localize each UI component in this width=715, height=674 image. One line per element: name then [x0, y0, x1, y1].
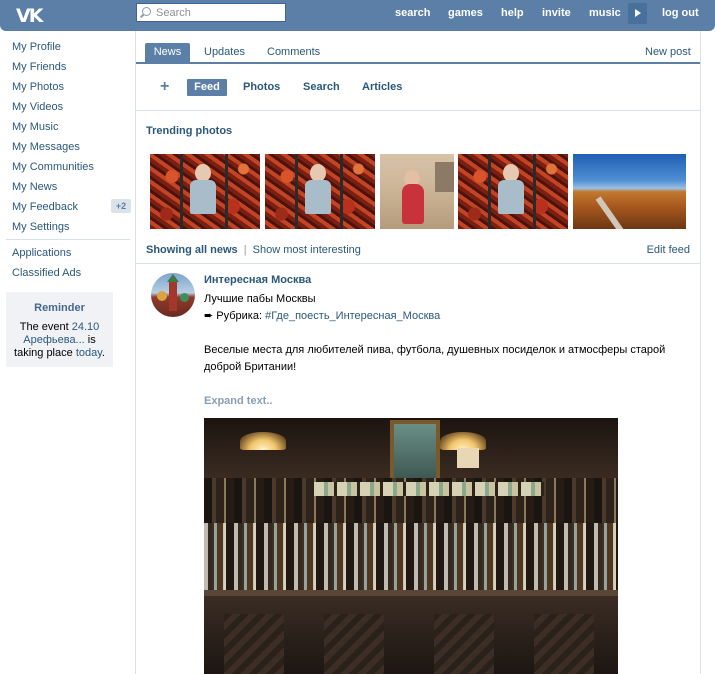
tab-news[interactable]: News	[145, 43, 190, 62]
tabs-bar: News Updates Comments New post	[136, 31, 700, 64]
rubric-hashtag-link[interactable]: #Где_поесть_Интересная_Москва	[265, 310, 440, 322]
reminder-text-before: The event	[19, 321, 69, 333]
avatar-dome	[157, 291, 167, 301]
trending-photo-1[interactable]	[150, 154, 260, 229]
trending-photo-5[interactable]	[573, 154, 686, 229]
trending-photos-title: Trending photos	[146, 125, 233, 137]
pub-counter-panel	[434, 614, 494, 674]
community-avatar[interactable]	[151, 273, 195, 317]
nav-invite[interactable]: invite	[542, 0, 571, 27]
nav-logout[interactable]: log out	[662, 0, 699, 27]
search-icon	[142, 7, 151, 16]
pub-portrait	[390, 420, 440, 482]
pub-banknotes	[314, 482, 544, 496]
child-shape	[498, 164, 524, 219]
feed-filter-row: Showing all news | Show most interesting	[146, 244, 361, 256]
sidebar-item-my-videos[interactable]: My Videos	[12, 100, 63, 114]
reminder-date-link[interactable]: 24.10	[72, 321, 100, 333]
pub-lamp-left	[240, 432, 286, 450]
post-author-link[interactable]: Интересная Москва	[204, 274, 311, 286]
subtab-feed[interactable]: Feed	[187, 79, 227, 96]
post-rubric: ➨ Рубрика: #Где_поесть_Интересная_Москва	[204, 309, 440, 323]
play-icon[interactable]	[628, 3, 647, 24]
post-photo-pub-bar[interactable]	[204, 418, 618, 674]
child-body-shape	[402, 184, 424, 224]
reminder-text: The event 24.10 Арефьева... is taking pl…	[10, 321, 109, 360]
pub-sign	[457, 448, 479, 468]
sidebar-item-my-photos[interactable]: My Photos	[12, 80, 64, 94]
avatar-tower	[167, 274, 179, 311]
show-most-interesting-link[interactable]: Show most interesting	[253, 244, 361, 256]
nav-music[interactable]: music	[589, 0, 621, 27]
sidebar-item-my-communities[interactable]: My Communities	[12, 160, 94, 174]
road-shape	[595, 196, 627, 229]
trending-photo-2[interactable]	[265, 154, 375, 229]
nav-help[interactable]: help	[501, 0, 524, 27]
avatar-dome-2	[180, 293, 189, 302]
top-header: VK search games help invite music log ou…	[0, 0, 715, 31]
sidebar-item-my-feedback[interactable]: My Feedback	[12, 200, 78, 214]
news-feed-main: News Updates Comments New post + Feed Ph…	[135, 31, 701, 674]
feed-subnav: + Feed Photos Search Articles	[136, 66, 700, 111]
filter-separator: |	[243, 244, 247, 256]
nav-games[interactable]: games	[448, 0, 483, 27]
new-post-link[interactable]: New post	[645, 43, 691, 62]
trending-photo-3[interactable]	[380, 154, 454, 229]
tab-updates[interactable]: Updates	[204, 43, 245, 62]
subtab-photos[interactable]: Photos	[243, 79, 280, 96]
feedback-count-badge[interactable]: +2	[111, 199, 131, 213]
search-input[interactable]	[156, 5, 281, 20]
sidebar-item-my-messages[interactable]: My Messages	[12, 140, 80, 154]
expand-text-link[interactable]: Expand text..	[204, 395, 272, 407]
post-title: Лучшие пабы Москвы	[204, 293, 316, 305]
child-shape	[190, 164, 216, 219]
tab-comments[interactable]: Comments	[267, 43, 320, 62]
reminder-title: Reminder	[34, 302, 85, 314]
edit-feed-link[interactable]: Edit feed	[647, 244, 690, 256]
pub-counter-panel	[224, 614, 284, 674]
reminder-event-link[interactable]: Арефьева...	[23, 334, 84, 346]
child-shape	[305, 164, 331, 219]
sidebar-item-my-news[interactable]: My News	[12, 180, 57, 194]
subtab-articles[interactable]: Articles	[362, 79, 402, 96]
shelf-shape	[435, 162, 454, 192]
rubric-prefix: ➨ Рубрика:	[204, 310, 266, 322]
post-body-text: Веселые места для любителей пива, футбол…	[204, 344, 666, 373]
post-separator	[136, 263, 700, 264]
trending-photo-4[interactable]	[458, 154, 568, 229]
sidebar-item-applications[interactable]: Applications	[12, 246, 71, 260]
reminder-text-after: .	[101, 347, 105, 359]
pub-counter-panel	[534, 614, 594, 674]
nav-search[interactable]: search	[395, 0, 430, 27]
showing-all-news[interactable]: Showing all news	[146, 244, 238, 256]
pub-counter-panel	[324, 614, 384, 674]
pub-bottles	[204, 523, 618, 593]
sidebar-item-my-friends[interactable]: My Friends	[12, 60, 66, 74]
sidebar-item-my-music[interactable]: My Music	[12, 120, 58, 134]
vk-logo[interactable]: VK	[16, 6, 48, 26]
subtab-search[interactable]: Search	[303, 79, 340, 96]
reminder-today-link[interactable]: today	[76, 347, 102, 359]
sidebar-divider	[6, 239, 130, 240]
sidebar-item-my-profile[interactable]: My Profile	[12, 40, 61, 54]
add-list-plus-icon[interactable]: +	[160, 78, 169, 96]
sidebar-item-classified-ads[interactable]: Classified Ads	[12, 266, 81, 280]
search-box[interactable]	[136, 3, 286, 22]
reminder-box: Reminder The event 24.10 Арефьева... is …	[6, 292, 113, 367]
sidebar-item-my-settings[interactable]: My Settings	[12, 220, 69, 234]
